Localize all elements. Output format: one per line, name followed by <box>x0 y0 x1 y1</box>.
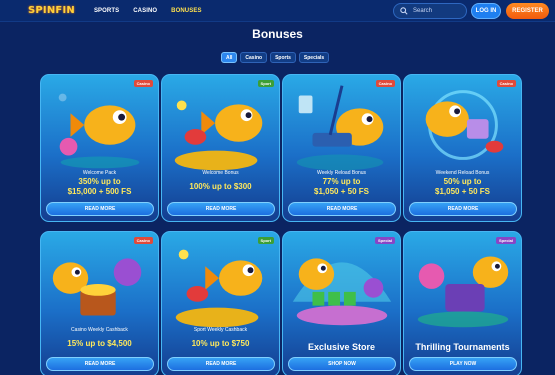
read-more-button[interactable]: READ MORE <box>409 202 517 216</box>
offer-line-2: $15,000 + 500 FS <box>67 187 132 196</box>
filter-sports[interactable]: Sports <box>270 52 296 63</box>
promo-card-tournaments[interactable]: Special Thrilling Tournaments PLAY NOW <box>403 231 522 375</box>
offer-line-1: 77% up to <box>322 177 361 186</box>
category-badge: Casino <box>496 80 516 87</box>
offer-title: Exclusive Store <box>307 342 376 352</box>
nav-sports[interactable]: SPORTS <box>94 8 119 14</box>
offer-line-1: 50% up to <box>443 177 482 186</box>
fish-illustration <box>425 90 504 160</box>
promo-card-exclusive-store[interactable]: Special Exclusive Store SHOP NOW <box>282 231 401 375</box>
card-subtitle: Welcome Pack <box>82 170 117 176</box>
card-subtitle: Sport Weekly Cashback <box>193 327 248 333</box>
category-badge: Special <box>495 237 516 244</box>
category-badge: Sport <box>257 80 274 87</box>
fish-illustration <box>58 93 140 169</box>
read-more-button[interactable]: READ MORE <box>46 357 154 371</box>
offer-line-1: 100% up to $300 <box>189 182 252 191</box>
category-badge: Casino <box>375 80 395 87</box>
read-more-button[interactable]: READ MORE <box>288 202 396 216</box>
fish-illustration <box>417 256 509 328</box>
filter-all[interactable]: All <box>221 52 238 63</box>
main-nav: SPORTS CASINO BONUSES <box>94 8 202 14</box>
search-icon <box>400 7 408 15</box>
offer-line-2: $1,050 + 50 FS <box>435 187 490 196</box>
bonus-card-weekend-reload[interactable]: Casino Weekend Reload Bonus 50% up to $1… <box>403 74 522 222</box>
nav-bonuses[interactable]: BONUSES <box>171 8 201 14</box>
card-subtitle: Welcome Bonus <box>202 170 239 176</box>
filter-specials[interactable]: Specials <box>298 52 330 63</box>
login-button[interactable]: LOG IN <box>471 3 501 19</box>
offer-line-1: 15% up to $4,500 <box>67 339 132 348</box>
bonus-card-casino-cashback[interactable]: Casino Casino Weekly Cashback 15% up to … <box>40 231 159 375</box>
offer-line-1: 350% up to <box>78 177 121 186</box>
fish-illustration <box>52 258 142 316</box>
fish-illustration <box>292 258 392 326</box>
read-more-button[interactable]: READ MORE <box>46 202 154 216</box>
top-bar: SPINFIN SPORTS CASINO BONUSES Search LOG… <box>0 0 555 22</box>
page-title: Bonuses <box>252 27 303 41</box>
fish-illustration <box>296 85 384 171</box>
category-badge: Casino <box>133 237 153 244</box>
card-subtitle: Weekend Reload Bonus <box>435 170 490 176</box>
filter-tabs: All Casino Sports Specials <box>221 52 330 63</box>
bonus-card-welcome-pack[interactable]: Casino Welcome Pack 350% up to $15,000 +… <box>40 74 159 222</box>
offer-title: Thrilling Tournaments <box>415 342 510 352</box>
bonus-card-sport-cashback[interactable]: Sport Sport Weekly Cashback 10% up to $7… <box>161 231 280 375</box>
search-placeholder: Search <box>413 8 433 14</box>
shop-now-button[interactable]: SHOP NOW <box>288 357 396 371</box>
nav-casino[interactable]: CASINO <box>133 8 157 14</box>
category-badge: Special <box>374 237 395 244</box>
offer-line-1: 10% up to $750 <box>191 339 250 348</box>
category-badge: Casino <box>133 80 153 87</box>
category-badge: Sport <box>257 237 274 244</box>
logo[interactable]: SPINFIN <box>28 5 75 16</box>
filter-casino[interactable]: Casino <box>240 52 268 63</box>
bonus-card-welcome-bonus[interactable]: Sport Welcome Bonus 100% up to $300 READ… <box>161 74 280 222</box>
bonus-card-weekly-reload[interactable]: Casino Weekly Reload Bonus 77% up to $1,… <box>282 74 401 222</box>
play-now-button[interactable]: PLAY NOW <box>409 357 517 371</box>
fish-illustration <box>175 249 263 328</box>
register-button[interactable]: REGISTER <box>506 3 549 19</box>
read-more-button[interactable]: READ MORE <box>167 357 275 371</box>
card-subtitle: Weekly Reload Bonus <box>316 170 367 176</box>
offer-line-2: $1,050 + 50 FS <box>314 187 369 196</box>
card-subtitle: Casino Weekly Cashback <box>71 327 128 333</box>
read-more-button[interactable]: READ MORE <box>167 202 275 216</box>
fish-illustration <box>174 100 263 171</box>
search-input[interactable]: Search <box>393 3 467 19</box>
